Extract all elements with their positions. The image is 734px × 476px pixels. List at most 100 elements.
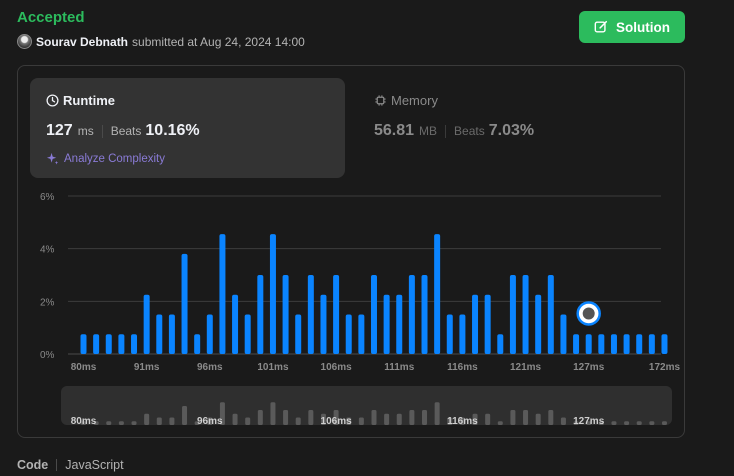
x-tick-label: 91ms bbox=[134, 362, 160, 373]
chart-bar[interactable] bbox=[269, 234, 276, 354]
chart-bar[interactable] bbox=[408, 275, 415, 354]
chart-bar[interactable] bbox=[257, 275, 264, 354]
overview-bar bbox=[232, 413, 238, 425]
overview-bar bbox=[384, 413, 390, 425]
overview-tick-label: 96ms bbox=[197, 416, 223, 427]
chart-bar[interactable] bbox=[206, 314, 213, 355]
overview-bar bbox=[535, 413, 541, 425]
chart-bar[interactable] bbox=[661, 334, 668, 354]
overview-bar bbox=[245, 417, 251, 425]
overview-bar bbox=[510, 410, 516, 425]
y-tick-label: 6% bbox=[40, 192, 55, 203]
overview-bar bbox=[156, 417, 162, 425]
chart-bar[interactable] bbox=[370, 275, 377, 354]
chart-bar[interactable] bbox=[345, 314, 352, 355]
x-tick-label: 111ms bbox=[384, 362, 414, 373]
chart-bar[interactable] bbox=[648, 334, 655, 354]
chart-bar[interactable] bbox=[446, 314, 453, 355]
chart-bar[interactable] bbox=[282, 275, 289, 354]
chart-bar[interactable] bbox=[358, 314, 365, 355]
overview-bar bbox=[649, 421, 655, 425]
x-tick-label: 106ms bbox=[321, 362, 353, 373]
chart-bar[interactable] bbox=[320, 294, 327, 354]
chart-bar[interactable] bbox=[93, 334, 100, 354]
overview-bar bbox=[371, 410, 377, 425]
x-tick-label: 101ms bbox=[257, 362, 289, 373]
avatar-marker-face bbox=[582, 307, 595, 320]
overview-bar bbox=[497, 421, 503, 425]
overview-bar bbox=[257, 410, 263, 425]
overview-bar bbox=[283, 410, 289, 425]
chart-bar[interactable] bbox=[219, 234, 226, 354]
code-language[interactable]: JavaScript bbox=[65, 458, 123, 472]
chart-bar[interactable] bbox=[168, 314, 175, 355]
overview-bar bbox=[169, 417, 175, 425]
chart-bar[interactable] bbox=[585, 334, 592, 354]
chart-bar[interactable] bbox=[547, 275, 554, 354]
overview-bar bbox=[131, 421, 137, 425]
chart-bar[interactable] bbox=[181, 253, 188, 354]
x-tick-label: 116ms bbox=[447, 362, 478, 373]
chart-bar[interactable] bbox=[598, 334, 605, 354]
runtime-distribution-chart[interactable]: 0% 2% 4% 6% 80ms 91ms 96ms 101ms 106ms 111ms 116ms… bbox=[0, 0, 734, 476]
overview-bar bbox=[434, 402, 440, 425]
chart-bar[interactable] bbox=[156, 314, 163, 355]
overview-bar bbox=[144, 413, 150, 425]
overview-tick-label: 80ms bbox=[71, 416, 97, 427]
chart-bar[interactable] bbox=[232, 294, 239, 354]
overview-bar bbox=[182, 406, 188, 425]
chart-bar[interactable] bbox=[295, 314, 302, 355]
chart-bar[interactable] bbox=[383, 294, 390, 354]
chart-bar[interactable] bbox=[509, 275, 516, 354]
y-tick-label: 4% bbox=[40, 245, 55, 256]
chart-bar[interactable] bbox=[118, 334, 125, 354]
chart-bar[interactable] bbox=[434, 234, 441, 354]
chart-bar[interactable] bbox=[105, 334, 112, 354]
chart-bar[interactable] bbox=[244, 314, 251, 355]
chart-bar[interactable] bbox=[623, 334, 630, 354]
overview-bar bbox=[422, 410, 428, 425]
overview-tick-label: 127ms bbox=[573, 416, 605, 427]
y-tick-label: 0% bbox=[40, 350, 55, 361]
chart-bar[interactable] bbox=[459, 314, 466, 355]
overview-bar bbox=[308, 410, 314, 425]
overview-bar bbox=[611, 421, 617, 425]
chart-bar[interactable] bbox=[484, 294, 491, 354]
overview-bar bbox=[270, 402, 276, 425]
overview-bar bbox=[396, 413, 402, 425]
overview-tick-label: 106ms bbox=[321, 416, 353, 427]
chart-bar[interactable] bbox=[80, 334, 87, 354]
chart-bar[interactable] bbox=[573, 334, 580, 354]
chart-bar[interactable] bbox=[333, 275, 340, 354]
x-tick-label: 96ms bbox=[197, 362, 223, 373]
chart-bar[interactable] bbox=[560, 314, 567, 355]
overview-bar bbox=[636, 421, 642, 425]
x-tick-label: 121ms bbox=[510, 362, 542, 373]
code-label: Code bbox=[17, 458, 49, 472]
chart-bar[interactable] bbox=[396, 294, 403, 354]
overview-bar bbox=[106, 421, 112, 425]
chart-bar[interactable] bbox=[131, 334, 138, 354]
x-tick-label: 80ms bbox=[71, 362, 97, 373]
chart-bar[interactable] bbox=[610, 334, 617, 354]
chart-bar[interactable] bbox=[421, 275, 428, 354]
overview-bar bbox=[523, 410, 529, 425]
chart-bar[interactable] bbox=[535, 294, 542, 354]
divider bbox=[56, 459, 58, 471]
chart-bar[interactable] bbox=[307, 275, 314, 354]
chart-bar[interactable] bbox=[143, 294, 150, 354]
overview-bar bbox=[118, 421, 124, 425]
chart-bar[interactable] bbox=[636, 334, 643, 354]
overview-bar bbox=[624, 421, 630, 425]
overview-bar bbox=[358, 417, 364, 425]
overview-bar bbox=[560, 417, 566, 425]
y-tick-label: 2% bbox=[40, 297, 55, 308]
chart-bar[interactable] bbox=[472, 294, 479, 354]
chart-bar[interactable] bbox=[194, 334, 201, 354]
x-tick-label: 127ms bbox=[573, 362, 605, 373]
code-footer: Code JavaScript bbox=[17, 458, 124, 472]
chart-bar[interactable] bbox=[522, 275, 529, 354]
overview-bar bbox=[548, 410, 554, 425]
overview-bar bbox=[295, 417, 301, 425]
chart-bar[interactable] bbox=[497, 334, 504, 354]
